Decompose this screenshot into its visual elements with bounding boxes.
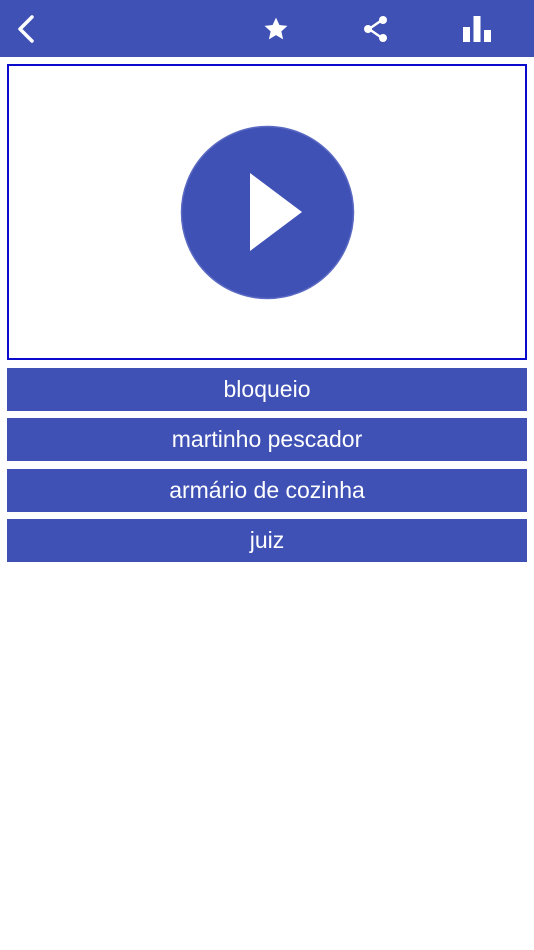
audio-player-frame <box>7 64 527 360</box>
statistics-button[interactable] <box>453 0 501 57</box>
answer-option-1[interactable]: bloqueio <box>7 368 527 411</box>
back-button[interactable] <box>4 0 48 57</box>
answer-option-4[interactable]: juiz <box>7 519 527 562</box>
answer-option-3[interactable]: armário de cozinha <box>7 469 527 512</box>
play-icon <box>180 125 355 300</box>
star-icon <box>264 17 288 39</box>
chevron-left-icon <box>18 14 34 43</box>
share-button[interactable] <box>352 0 400 57</box>
share-icon <box>364 15 387 42</box>
bar-chart-icon <box>463 15 491 42</box>
answer-option-2[interactable]: martinho pescador <box>7 418 527 461</box>
favorite-button[interactable] <box>252 0 300 57</box>
toolbar <box>0 0 534 57</box>
play-button[interactable] <box>180 125 355 300</box>
